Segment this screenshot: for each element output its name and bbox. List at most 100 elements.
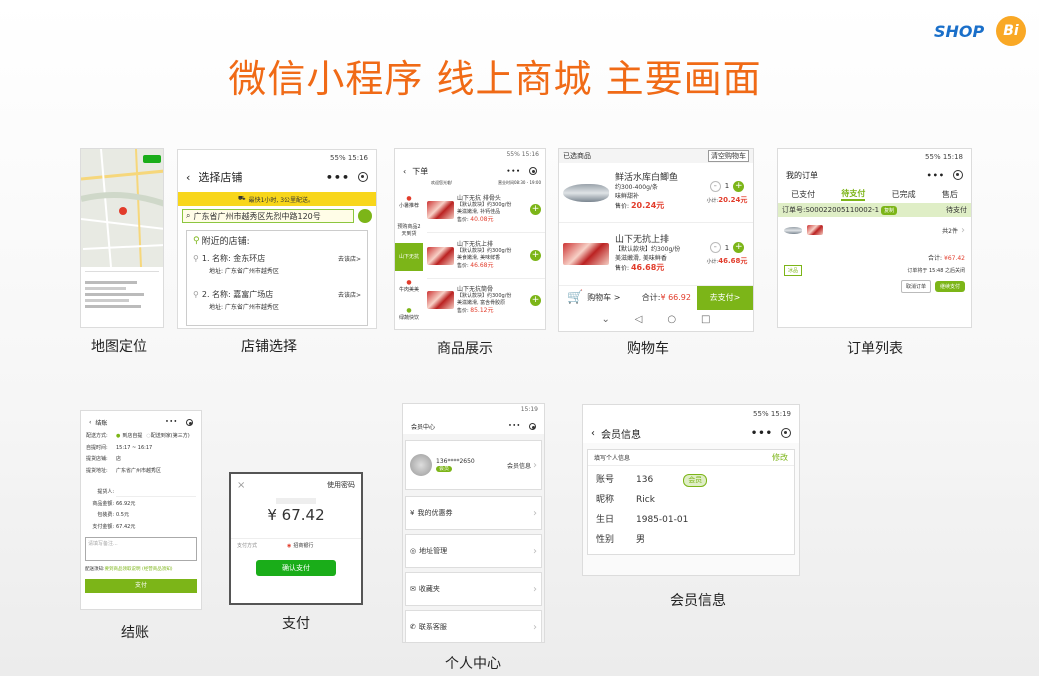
category-item-active[interactable]: 山下无抗 xyxy=(395,243,423,271)
go-store-link[interactable]: 去该店> xyxy=(338,290,361,299)
miniapp-close-icon[interactable] xyxy=(781,428,791,438)
pickup-store-label: 提货店铺: xyxy=(86,456,108,462)
category-item[interactable]: 预购商品2天到货 xyxy=(395,215,423,243)
back-icon[interactable]: ‹ xyxy=(186,171,190,184)
map-screenshot xyxy=(80,148,164,328)
menu-support[interactable]: ✆ 联系客服 › xyxy=(405,610,542,642)
total-label: 合计: xyxy=(641,293,661,302)
menu-coupons[interactable]: ¥ 我的优惠券 › xyxy=(405,496,542,530)
address-input[interactable]: ⌕ 广东省广州市越秀区先烈中路120号 xyxy=(182,209,354,223)
nav-home-icon[interactable]: ○ xyxy=(667,314,676,325)
caption-payment: 支付 xyxy=(282,616,310,632)
copy-button[interactable]: 复制 xyxy=(881,205,898,215)
more-icon[interactable]: ••• xyxy=(751,428,773,439)
add-to-cart-button[interactable]: + xyxy=(530,250,541,261)
tab-pending[interactable]: 待支付 xyxy=(841,188,866,201)
chevron-right-icon: › xyxy=(533,545,537,557)
pay-button[interactable]: 支付 xyxy=(85,579,197,593)
store-item[interactable]: ⚲ 1. 名称: 金东环店 去该店> 地址: 广东省广州市越秀区 xyxy=(193,253,361,275)
user-card[interactable]: 136****2650 会员 会员信息 › xyxy=(405,440,542,490)
product-image xyxy=(427,246,454,265)
notice-label: 配送须知: xyxy=(85,567,105,572)
decrease-qty-button[interactable]: - xyxy=(709,180,721,192)
product-name: 山下无抗上排 xyxy=(615,234,670,245)
miniapp-close-icon[interactable] xyxy=(953,170,963,180)
pin-icon: ⚲ xyxy=(193,290,199,299)
price-label: 售价: xyxy=(615,264,630,272)
continue-pay-button[interactable]: 继续支付 xyxy=(934,281,965,292)
caption-profile: 个人中心 xyxy=(445,656,501,672)
product-item[interactable]: 山下无抗上排 【默认款块】约300g/份 美食嫩滑, 美味鲜香 售价: 46.6… xyxy=(427,233,545,279)
product-price: 40.08元 xyxy=(470,216,494,223)
order-total-label: 合计: xyxy=(928,255,943,262)
clear-cart-button[interactable]: 清空购物车 xyxy=(708,150,749,162)
miniapp-close-icon[interactable] xyxy=(529,422,536,430)
back-icon[interactable]: ‹ xyxy=(403,167,406,176)
menu-address[interactable]: ◎ 地址管理 › xyxy=(405,534,542,568)
edit-button[interactable]: 修改 xyxy=(772,452,788,463)
caption-products: 商品展示 xyxy=(437,341,493,357)
miniapp-close-icon[interactable] xyxy=(358,172,368,182)
more-icon[interactable]: ••• xyxy=(508,423,521,429)
confirm-pay-button[interactable]: 确认支付 xyxy=(256,560,336,576)
map-view[interactable] xyxy=(81,149,164,267)
use-password-link[interactable]: 使用密码 xyxy=(327,480,355,490)
close-icon[interactable]: × xyxy=(237,480,245,491)
order-number: 订单号:S00022005110002-1 xyxy=(782,206,880,214)
cart-item[interactable]: 鲜活水库白鲫鱼 约300-400g/条 味鲜甜补 售价: 20.24元 - 1 … xyxy=(559,163,753,223)
go-store-link[interactable]: 去该店> xyxy=(338,254,361,263)
member-title: 会员信息 xyxy=(601,429,641,441)
logo-bi-badge: Bi xyxy=(996,16,1026,46)
back-icon[interactable]: ‹ xyxy=(89,419,91,426)
miniapp-close-icon[interactable] xyxy=(186,418,193,426)
more-icon[interactable]: ••• xyxy=(165,419,178,425)
nav-recent-icon[interactable]: □ xyxy=(701,314,710,325)
category-item[interactable]: ● 牛肉美美 xyxy=(395,271,423,299)
radio-checked-icon[interactable]: ● xyxy=(116,431,120,443)
back-icon[interactable]: ‹ xyxy=(591,428,595,439)
note-textarea[interactable]: 请填写备注... xyxy=(85,537,197,561)
menu-favorites[interactable]: ✉ 收藏夹 › xyxy=(405,572,542,606)
chevron-right-icon: › xyxy=(533,459,537,471)
pickup-person-input[interactable] xyxy=(116,489,196,497)
pickup-option[interactable]: 到店自提 xyxy=(122,431,142,443)
add-to-cart-button[interactable]: + xyxy=(530,294,541,306)
miniapp-close-icon[interactable] xyxy=(529,167,537,175)
nav-menu-icon[interactable]: ⌄ xyxy=(601,314,609,325)
pay-method-value[interactable]: 招商银行 xyxy=(293,542,313,549)
packing-fee-value: 0.5元 xyxy=(116,512,129,518)
notice-link[interactable]: 要到商品领取说明 (经营商品须知) xyxy=(105,567,173,572)
product-item[interactable]: 山下无抗筒骨 【默认款块】约300g/份 美滋嫩滑, 富含骨胶原 售价: 85.… xyxy=(427,279,545,321)
goods-amount-label: 商品金额: xyxy=(92,500,114,507)
locate-icon[interactable] xyxy=(358,209,372,223)
checkout-button[interactable]: 去支付> xyxy=(697,285,753,310)
cart-link[interactable]: 购物车 > xyxy=(587,292,620,303)
cancel-order-button[interactable]: 取消订单 xyxy=(900,280,931,293)
category-item[interactable]: ● 绿蔬快饮 xyxy=(395,299,423,327)
nav-back-icon[interactable]: ◁ xyxy=(635,314,643,325)
tab-completed[interactable]: 已完成 xyxy=(892,189,916,200)
more-icon[interactable]: ••• xyxy=(326,171,350,184)
more-icon[interactable]: ••• xyxy=(927,171,945,180)
product-item[interactable]: 山下无抗 排骨头 【默认款块】约300g/份 美滋嫩滑, 补钙佳品 售价: 40… xyxy=(427,187,545,233)
tab-paid[interactable]: 已支付 xyxy=(791,189,815,200)
goods-amount-value: 66.92元 xyxy=(116,500,136,507)
order-items[interactable]: 共2件 › xyxy=(778,217,971,243)
increase-qty-button[interactable]: + xyxy=(733,242,745,253)
more-icon[interactable]: ••• xyxy=(506,168,521,175)
delivery-option[interactable]: 配送到家(第三方) xyxy=(151,431,190,443)
birthday-value: 1985-01-01 xyxy=(636,515,689,525)
coupon-icon: ¥ xyxy=(410,509,415,517)
order-tag: 冰品 xyxy=(784,264,803,276)
member-info-link[interactable]: 会员信息 xyxy=(507,461,531,470)
store-item[interactable]: ⚲ 2. 名称: 嘉富广场店 去该店> 地址: 广东省广州市越秀区 xyxy=(193,289,361,311)
increase-qty-button[interactable]: + xyxy=(733,180,745,192)
category-item[interactable]: ● 小暑推荐 xyxy=(395,187,423,215)
account-value: 136 xyxy=(636,475,654,485)
status-bar: 55% 15:19 xyxy=(753,410,791,418)
add-to-cart-button[interactable]: + xyxy=(530,204,541,215)
decrease-qty-button[interactable]: - xyxy=(709,242,721,253)
tab-after-sale[interactable]: 售后 xyxy=(942,189,958,200)
pickup-time-value[interactable]: 15:17 ~ 16:17 xyxy=(116,443,152,455)
cart-item[interactable]: 山下无抗上排 【默认款块】约300g/份 美滋嫩滑, 美味鲜香 售价: 46.6… xyxy=(559,223,753,285)
